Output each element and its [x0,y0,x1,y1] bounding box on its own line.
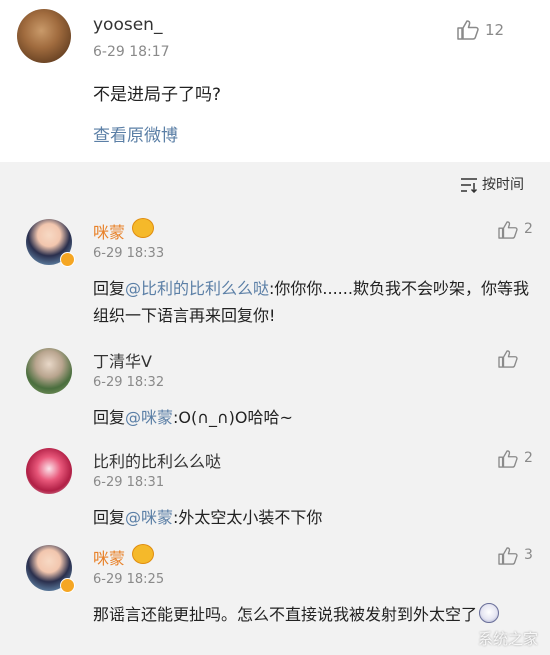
mention-link[interactable]: @咪蒙 [125,508,173,527]
watermark: 系统之家 [477,630,538,648]
emoji-icon [479,603,500,623]
comment-body: :O(∩_∩)O哈哈~ [173,408,293,427]
post-like-button[interactable]: 12 [457,20,517,42]
comment-body: 那谣言还能更扯吗。怎么不直接说我被发射到外太空了 [93,605,478,624]
thumbs-up-icon [457,20,479,40]
comment-time: 6-29 18:33 [93,246,165,261]
sort-by-time-button[interactable]: 按时间 [460,174,538,196]
verified-badge [60,578,75,593]
post-text: 不是进局子了吗? [93,85,222,105]
crown-badge-icon [132,544,154,564]
comments-section: 按时间 咪蒙 6-29 18:33 2 回复@比利的比利么么哒:你你你.....… [0,162,550,655]
avatar[interactable] [26,545,75,593]
view-original-link[interactable]: 查看原微博 [93,121,178,146]
comment-text: 那谣言还能更扯吗。怎么不直接说我被发射到外太空了 [93,601,533,628]
like-count: 3 [524,547,533,563]
thumbs-up-icon [498,450,518,468]
verified-badge [60,252,75,267]
thumbs-up-icon [498,221,518,239]
comment-item: 咪蒙 6-29 18:25 3 那谣言还能更扯吗。怎么不直接说我被发射到外太空了 [0,544,550,655]
comment-username[interactable]: 丁清华V [93,348,152,372]
comment-text: 回复@咪蒙:外太空太小装不下你 [93,504,533,531]
avatar[interactable] [26,348,72,394]
reply-prefix: 回复 [93,508,126,527]
post-time: 6-29 18:17 [93,44,170,60]
mention-link[interactable]: @咪蒙 [125,408,173,427]
mention-link[interactable]: @比利的比利么么哒 [125,279,269,298]
comment-text: 回复@比利的比利么么哒:你你你......欺负我不会吵架，你等我组织一下语言再来… [93,275,533,329]
comment-item: 丁清华V 6-29 18:32 回复@咪蒙:O(∩_∩)O哈哈~ [0,348,550,428]
post-username[interactable]: yoosen_ [93,15,162,35]
comment-item: 咪蒙 6-29 18:33 2 回复@比利的比利么么哒:你你你......欺负我… [0,218,550,325]
comment-time: 6-29 18:25 [93,572,165,587]
comment-text: 回复@咪蒙:O(∩_∩)O哈哈~ [93,404,533,431]
comment-time: 6-29 18:32 [93,375,165,390]
like-count: 12 [485,21,505,39]
comment-username[interactable]: 比利的比利么么哒 [93,448,221,472]
avatar[interactable] [17,9,71,63]
original-post: yoosen_ 6-29 18:17 12 不是进局子了吗? 查看原微博 [0,0,550,162]
avatar[interactable] [26,219,75,267]
thumbs-up-icon [498,547,518,565]
reply-prefix: 回复 [93,408,126,427]
comment-time: 6-29 18:31 [93,475,165,490]
comment-username[interactable]: 咪蒙 [93,219,125,243]
sort-label: 按时间 [482,177,524,193]
comment-body: :外太空太小装不下你 [173,508,323,527]
crown-badge-icon [132,218,154,238]
sort-icon [461,178,478,193]
like-count: 2 [524,221,533,237]
avatar[interactable] [26,448,72,494]
comment-username[interactable]: 咪蒙 [93,545,125,569]
like-count: 2 [524,450,533,466]
thumbs-up-icon [498,350,518,368]
reply-prefix: 回复 [93,279,126,298]
comment-item: 比利的比利么么哒 6-29 18:31 2 回复@咪蒙:外太空太小装不下你 [0,448,550,528]
